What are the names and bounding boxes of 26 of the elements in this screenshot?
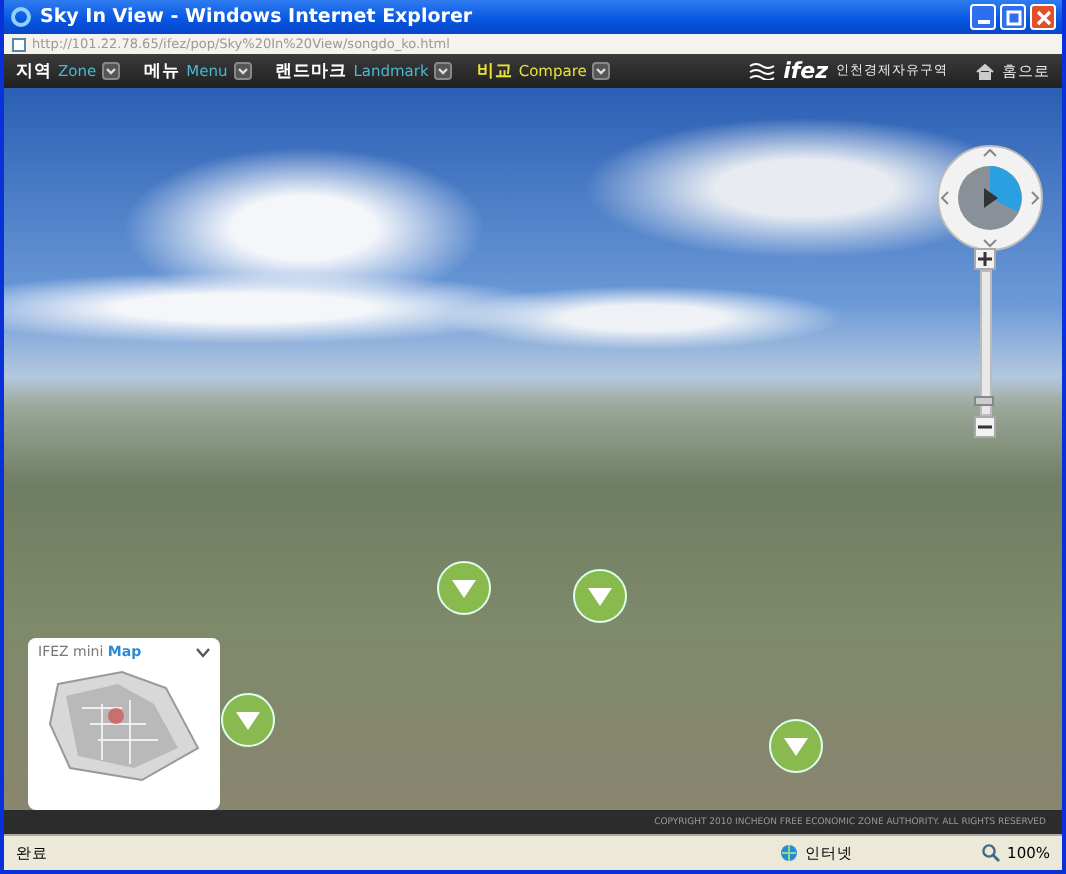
caret-icon[interactable] [196, 647, 210, 657]
close-button[interactable] [1030, 4, 1056, 30]
dropdown-caret-icon[interactable] [102, 62, 121, 80]
maximize-icon [1005, 9, 1021, 25]
dropdown-caret-icon[interactable] [592, 62, 611, 80]
waves-logo-icon [747, 62, 776, 80]
dropdown-caret-icon[interactable] [233, 62, 252, 80]
magnifier-icon [981, 844, 1000, 862]
home-icon [976, 63, 994, 79]
minimize-button[interactable] [970, 4, 996, 30]
compass-control[interactable] [936, 144, 1044, 252]
zoom-slider-thumb[interactable] [973, 396, 993, 407]
browser-logo-icon [10, 6, 32, 28]
globe-icon [779, 844, 798, 862]
minus-icon [978, 420, 992, 434]
window-title: Sky In View - Windows Internet Explorer [40, 6, 473, 28]
minimize-icon [977, 20, 989, 24]
maximize-button[interactable] [1000, 4, 1026, 30]
close-icon [1035, 9, 1051, 25]
zoom-slider[interactable] [979, 270, 991, 416]
plus-icon [978, 252, 992, 266]
zoom-out-button[interactable] [974, 416, 996, 438]
dropdown-caret-icon[interactable] [434, 62, 453, 80]
zoom-in-button[interactable] [974, 248, 996, 270]
page-icon [12, 37, 26, 51]
brand-logo: ifez [783, 58, 828, 84]
